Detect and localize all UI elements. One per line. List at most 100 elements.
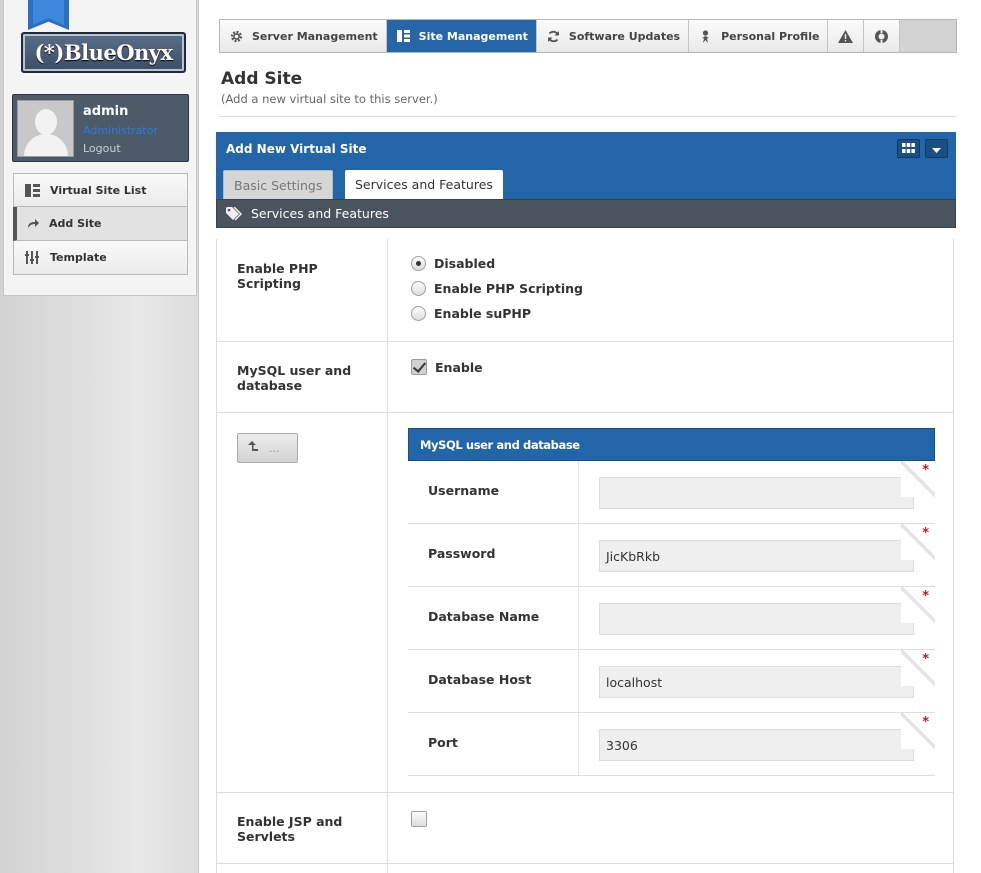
tab-basic-settings[interactable]: Basic Settings: [223, 170, 334, 199]
sidebar-item-label: Add Site: [49, 217, 102, 230]
jsp-enable[interactable]: [411, 811, 435, 827]
tab-label: Personal Profile: [721, 29, 820, 43]
radio-button[interactable]: [411, 306, 426, 321]
tab-label: Software Updates: [568, 29, 681, 43]
database-host-label: Database Host: [428, 672, 532, 687]
username-row: Username *: [408, 461, 935, 524]
port-label: Port: [428, 735, 458, 750]
logout-link[interactable]: Logout: [83, 142, 121, 155]
gear-icon: [230, 30, 243, 43]
blueonyx-logo[interactable]: (*)BlueOnyx: [21, 32, 186, 73]
php-option-enable-php[interactable]: Enable PHP Scripting: [411, 281, 583, 296]
jsp-label: Enable JSP and Servlets: [237, 814, 343, 844]
top-navigation: Server Management Site Management Softwa…: [219, 19, 957, 53]
lifebuoy-icon: [874, 29, 889, 44]
collapse-button[interactable]: ...: [237, 433, 298, 463]
database-host-field[interactable]: localhost: [599, 666, 914, 698]
radio-label: Disabled: [434, 256, 496, 271]
sidebar-nav: Virtual Site List Add Site Template: [13, 173, 188, 275]
required-marker: *: [901, 713, 935, 749]
top-nav-blank: [900, 20, 956, 52]
password-row: Password JicKbRkb *: [408, 524, 935, 587]
sidebar-item-add-site[interactable]: Add Site: [13, 207, 188, 241]
divider: [219, 116, 956, 117]
mysql-enable-checkbox[interactable]: [411, 359, 427, 375]
sliders-icon: [14, 251, 50, 264]
tab-strip: Basic Settings Services and Features: [216, 166, 956, 199]
logo-text: (*)BlueOnyx: [34, 40, 174, 65]
grid-view-button[interactable]: [897, 139, 920, 158]
tab-label: Site Management: [418, 29, 528, 43]
tab-site-management[interactable]: Site Management: [386, 20, 537, 52]
tab-alerts[interactable]: [828, 20, 865, 52]
radio-label: Enable PHP Scripting: [434, 281, 583, 296]
tab-software-updates[interactable]: Software Updates: [537, 20, 690, 52]
port-row: Port 3306 *: [408, 713, 935, 776]
mysql-row: MySQL user and database Enable: [217, 342, 953, 413]
box-header: Add New Virtual Site: [216, 132, 956, 166]
php-option-suphp[interactable]: Enable suPHP: [411, 306, 531, 321]
mysql-subbox: MySQL user and database Username * Passw…: [408, 428, 935, 776]
port-field[interactable]: 3306: [599, 729, 914, 761]
sidebar-item-virtual-site-list[interactable]: Virtual Site List: [13, 173, 188, 207]
tab-services-and-features[interactable]: Services and Features: [345, 170, 503, 199]
jsp-row: Enable JSP and Servlets: [217, 793, 953, 864]
checkbox-label: Enable: [435, 359, 483, 375]
tab-personal-profile[interactable]: Personal Profile: [689, 20, 829, 52]
sidebar-item-template[interactable]: Template: [13, 241, 188, 275]
grid-list-icon: [14, 183, 50, 197]
page-subtitle: (Add a new virtual site to this server.): [221, 92, 438, 106]
return-arrow-icon: [248, 441, 259, 455]
box-title: Add New Virtual Site: [226, 142, 367, 156]
tags-icon: [226, 206, 243, 221]
php-option-disabled[interactable]: Disabled: [411, 256, 495, 271]
user-name: admin: [83, 104, 129, 119]
tab-label: Server Management: [252, 29, 378, 43]
mysql-enable[interactable]: Enable: [411, 359, 483, 375]
services-form: Enable PHP Scripting Disabled Enable PHP…: [216, 239, 954, 873]
required-marker: *: [901, 587, 935, 623]
mysql-label: MySQL user and database: [237, 363, 352, 393]
section-title: Services and Features: [251, 206, 389, 221]
php-label: Enable PHP Scripting: [237, 261, 318, 291]
main-content: Server Management Site Management Softwa…: [198, 0, 981, 873]
username-field[interactable]: [599, 477, 914, 509]
database-host-row: Database Host localhost *: [408, 650, 935, 713]
database-name-row: Database Name *: [408, 587, 935, 650]
add-site-box: Add New Virtual Site Basic Settings Serv…: [216, 132, 956, 873]
username-label: Username: [428, 483, 500, 498]
database-name-label: Database Name: [428, 609, 540, 624]
radio-button[interactable]: [411, 281, 426, 296]
tab-server-management[interactable]: Server Management: [220, 20, 387, 52]
sidebar-item-label: Template: [50, 251, 107, 264]
avatar: [17, 100, 74, 157]
collapse-button-label: ...: [269, 441, 280, 455]
tab-help[interactable]: [864, 20, 901, 52]
database-name-field[interactable]: [599, 603, 914, 635]
user-card: admin Administrator Logout: [12, 94, 189, 162]
jsp-enable-checkbox[interactable]: [411, 811, 427, 827]
section-header: Services and Features: [216, 199, 956, 228]
user-role-link[interactable]: Administrator: [83, 124, 158, 137]
required-marker: *: [901, 650, 935, 686]
radio-label: Enable suPHP: [434, 306, 532, 321]
user-icon: [699, 29, 712, 43]
grid-icon: [902, 142, 915, 156]
warning-icon: [838, 29, 854, 43]
radio-button[interactable]: [411, 256, 426, 271]
refresh-icon: [547, 30, 560, 43]
required-marker: *: [901, 461, 935, 497]
chevron-down-icon: [932, 142, 941, 156]
next-row: [217, 864, 953, 873]
password-label: Password: [428, 546, 496, 561]
dropdown-button[interactable]: [925, 139, 948, 158]
php-row: Enable PHP Scripting Disabled Enable PHP…: [217, 239, 953, 342]
password-field[interactable]: JicKbRkb: [599, 540, 914, 572]
mysql-subbox-title: MySQL user and database: [408, 428, 935, 461]
mysql-details-row: ... MySQL user and database Username * P…: [217, 413, 953, 793]
page-title: Add Site: [221, 69, 303, 89]
required-marker: *: [901, 524, 935, 560]
grid-list-icon: [396, 30, 410, 42]
share-arrow-icon: [17, 218, 49, 229]
sidebar-item-label: Virtual Site List: [50, 183, 147, 197]
